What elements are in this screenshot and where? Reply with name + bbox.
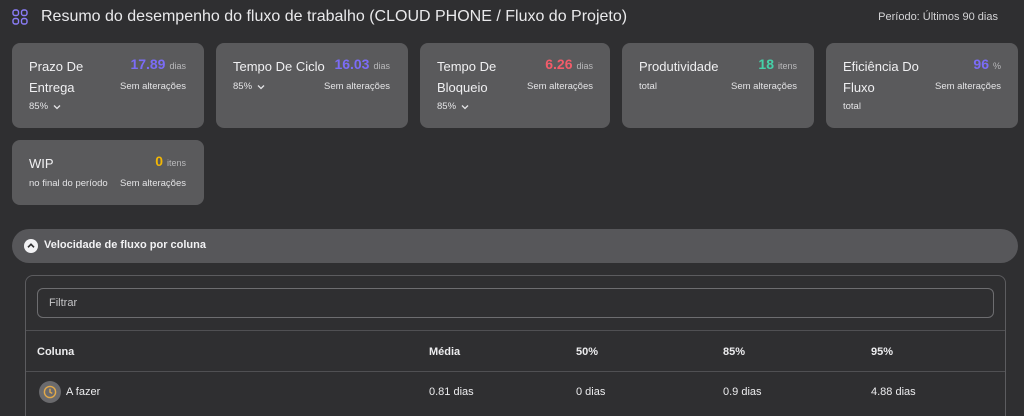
filter-input[interactable]: [37, 288, 994, 318]
card-label: WIP: [29, 156, 54, 171]
section-title: Velocidade de fluxo por coluna: [44, 239, 206, 251]
clock-icon: [43, 385, 57, 399]
flow-efficiency-card: Eficiência Do Fluxo 96% Sem alterações t…: [826, 43, 1018, 128]
divider: [26, 371, 1005, 372]
change-status: Sem alterações: [730, 81, 797, 92]
change-status: Sem alterações: [934, 81, 1001, 92]
change-status: Sem alterações: [119, 178, 186, 189]
chevron-down-icon: [461, 104, 469, 109]
column-header-coluna[interactable]: Coluna: [37, 346, 74, 358]
card-label: Prazo De Entrega: [29, 59, 84, 95]
column-header-media[interactable]: Média: [429, 346, 460, 358]
change-status: Sem alterações: [119, 81, 186, 92]
change-status: Sem alterações: [323, 81, 390, 92]
chevron-down-icon: [53, 104, 61, 109]
flow-metrics-icon: [12, 9, 28, 25]
column-header-85[interactable]: 85%: [723, 346, 745, 358]
row-p95: 4.88 dias: [871, 386, 916, 398]
blocked-time-value: 6.26 dias: [545, 56, 593, 72]
chevron-up-icon: [27, 243, 35, 248]
row-p50: 0 dias: [576, 386, 606, 398]
divider: [26, 330, 1005, 331]
flow-efficiency-value: 96%: [973, 56, 1001, 72]
cycle-time-value: 16.03 dias: [334, 56, 390, 72]
sub-caption: no final do período: [29, 178, 108, 189]
collapse-toggle-icon[interactable]: [24, 239, 38, 253]
throughput-card: Produtividade 18 itens Sem alterações tot…: [622, 43, 814, 128]
page-title: Resumo do desempenho do fluxo de trabalh…: [41, 8, 628, 25]
column-header-50[interactable]: 50%: [576, 346, 598, 358]
percentile-dropdown[interactable]: 85%: [29, 101, 61, 112]
row-column-name: A fazer: [66, 386, 101, 398]
card-label: Eficiência Do Fluxo: [843, 59, 919, 95]
row-p85: 0.9 dias: [723, 386, 762, 398]
flow-velocity-table-panel: Coluna Média 50% 85% 95% A fazer 0.81 di…: [25, 275, 1006, 416]
row-mean: 0.81 dias: [429, 386, 474, 398]
lead-time-card: Prazo De Entrega 17.89 dias Sem alteraçõe…: [12, 43, 204, 128]
blocked-time-card: Tempo De Bloqueio 6.26 dias Sem alteraçõe…: [420, 43, 610, 128]
percentile-dropdown[interactable]: 85%: [437, 101, 469, 112]
column-header-95[interactable]: 95%: [871, 346, 893, 358]
table-row-icon: [39, 381, 61, 403]
card-label: Produtividade: [639, 59, 719, 74]
lead-time-value: 17.89 dias: [130, 56, 186, 72]
wip-value: 0 itens: [155, 153, 186, 169]
cycle-time-card: Tempo De Ciclo 16.03 dias Sem alterações …: [216, 43, 408, 128]
change-status: Sem alterações: [526, 81, 593, 92]
chevron-down-icon: [257, 84, 265, 89]
throughput-value: 18 itens: [758, 56, 797, 72]
page-header: Resumo do desempenho do fluxo de trabalh…: [0, 0, 1024, 34]
flow-velocity-section-toggle[interactable]: Velocidade de fluxo por coluna: [12, 229, 1018, 263]
percentile-dropdown[interactable]: 85%: [233, 81, 265, 92]
sub-caption: total: [639, 81, 657, 92]
wip-card: WIP 0 itens Sem alterações no final do pe…: [12, 140, 204, 205]
card-label: Tempo De Bloqueio: [437, 59, 497, 95]
sub-caption: total: [843, 101, 861, 112]
card-label: Tempo De Ciclo: [233, 59, 325, 74]
period-label[interactable]: Período: Últimos 90 dias: [878, 11, 998, 23]
